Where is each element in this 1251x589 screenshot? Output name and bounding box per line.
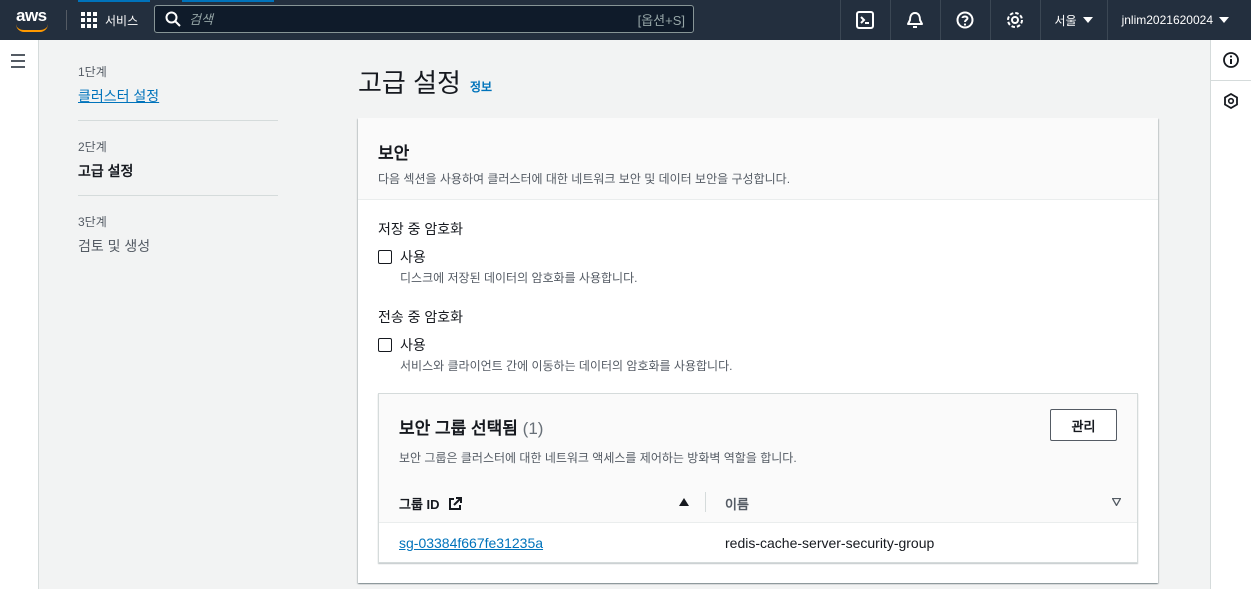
step-label: 1단계	[78, 65, 107, 79]
step-3-disabled: 검토 및 생성	[78, 238, 151, 254]
table-row: sg-03384f667fe31235a redis-cache-server-…	[379, 523, 1137, 563]
security-groups-title: 보안 그룹 선택됨 (1)	[399, 414, 1117, 439]
account-menu[interactable]: jnlim2021620024	[1106, 0, 1251, 40]
help-button[interactable]	[939, 0, 990, 40]
caret-down-icon	[1219, 17, 1229, 23]
cloudshell-button[interactable]	[839, 0, 890, 40]
help-icon	[956, 11, 974, 29]
security-groups-title-text: 보안 그룹 선택됨	[399, 419, 518, 438]
services-menu-button[interactable]: 서비스	[67, 0, 152, 40]
info-panel-button[interactable]	[1211, 40, 1251, 80]
step-2-current: 고급 설정	[78, 163, 134, 179]
encryption-at-rest: 저장 중 암호화 사용 디스크에 저장된 데이터의 암호화를 사용합니다.	[378, 219, 637, 286]
checkbox-description: 서비스와 클라이언트 간에 이동하는 데이터의 암호화를 사용합니다.	[400, 359, 733, 373]
encryption-at-rest-option: 사용 디스크에 저장된 데이터의 암호화를 사용합니다.	[378, 247, 637, 286]
step-label: 3단계	[78, 215, 107, 229]
external-link-icon[interactable]	[448, 496, 462, 511]
grid-icon	[81, 12, 97, 28]
security-group-name: redis-cache-server-security-group	[725, 535, 935, 551]
nav-right-group: 서울 jnlim2021620024	[839, 0, 1251, 40]
security-group-id-link[interactable]: sg-03384f667fe31235a	[399, 535, 543, 551]
search-input[interactable]	[181, 11, 638, 27]
encryption-in-transit-checkbox[interactable]	[378, 338, 392, 352]
top-navigation: aws 서비스 [옵션+S] 서울 jnlim2021620024	[0, 0, 1251, 40]
security-panel-description: 다음 섹션을 사용하여 클러스터에 대한 네트워크 보안 및 데이터 보안을 구…	[378, 172, 791, 186]
steps-scroll-line	[78, 0, 150, 2]
search-shortcut: [옵션+S]	[637, 12, 685, 28]
steps-scroll-line	[182, 0, 274, 2]
encryption-in-transit-option: 사용 서비스와 클라이언트 간에 이동하는 데이터의 암호화를 사용합니다.	[378, 335, 732, 374]
encryption-at-rest-checkbox[interactable]	[378, 250, 392, 264]
sort-descending-icon[interactable]	[1112, 498, 1121, 506]
menu-icon[interactable]	[11, 54, 25, 72]
security-groups-header: 보안 그룹 선택됨 (1) 보안 그룹은 클러스터에 대한 네트워크 액세스를 …	[379, 394, 1137, 482]
security-panel-title: 보안	[378, 144, 410, 163]
info-link[interactable]: 정보	[470, 78, 492, 95]
security-groups-description: 보안 그룹은 클러스터에 대한 네트워크 액세스를 제어하는 방화벽 역할을 합…	[399, 451, 797, 465]
page-title: 고급 설정	[358, 68, 461, 98]
bell-icon	[907, 12, 923, 28]
aws-smile-icon	[16, 24, 48, 32]
region-selector[interactable]: 서울	[1039, 0, 1107, 40]
security-panel: 보안 다음 섹션을 사용하여 클러스터에 대한 네트워크 보안 및 데이터 보안…	[358, 118, 1158, 583]
resources-panel-button[interactable]	[1211, 81, 1251, 121]
security-groups-count: (1)	[522, 419, 544, 438]
info-icon	[1223, 52, 1239, 68]
step-1: 1단계 클러스터 설정	[78, 40, 278, 121]
search-icon	[165, 11, 181, 27]
side-navigation-rail	[0, 40, 39, 589]
search-box[interactable]: [옵션+S]	[154, 5, 694, 33]
column-divider	[705, 492, 706, 512]
account-label: jnlim2021620024	[1121, 13, 1213, 27]
step-label: 2단계	[78, 140, 107, 154]
manage-button[interactable]: 관리	[1050, 409, 1117, 441]
services-label: 서비스	[105, 13, 139, 28]
step-1-link[interactable]: 클러스터 설정	[78, 88, 159, 104]
aws-logo[interactable]: aws	[0, 0, 66, 40]
column-label: 그룹 ID	[399, 497, 440, 512]
encryption-in-transit: 전송 중 암호화 사용 서비스와 클라이언트 간에 이동하는 데이터의 암호화를…	[378, 307, 732, 374]
step-2: 2단계 고급 설정	[78, 121, 278, 196]
terminal-icon	[856, 11, 874, 29]
security-panel-header: 보안 다음 섹션을 사용하여 클러스터에 대한 네트워크 보안 및 데이터 보안…	[358, 118, 1158, 200]
hexagon-icon	[1224, 93, 1238, 109]
region-label: 서울	[1054, 13, 1077, 28]
gear-icon	[1007, 12, 1023, 28]
wizard-steps: 1단계 클러스터 설정 2단계 고급 설정 3단계 검토 및 생성	[78, 40, 278, 270]
table-header: 그룹 ID 이름	[379, 482, 1137, 523]
caret-down-icon	[1082, 17, 1093, 23]
encryption-in-transit-label: 전송 중 암호화	[378, 309, 464, 325]
encryption-at-rest-label: 저장 중 암호화	[378, 221, 464, 237]
tools-rail	[1210, 40, 1251, 589]
sort-ascending-icon[interactable]	[679, 498, 689, 506]
column-header-group-id[interactable]: 그룹 ID	[399, 494, 462, 513]
security-groups-table: 보안 그룹 선택됨 (1) 보안 그룹은 클러스터에 대한 네트워크 액세스를 …	[378, 393, 1138, 563]
checkbox-description: 디스크에 저장된 데이터의 암호화를 사용합니다.	[400, 271, 638, 285]
column-header-name[interactable]: 이름	[725, 494, 749, 513]
checkbox-label: 사용	[400, 337, 426, 353]
checkbox-label: 사용	[400, 249, 426, 265]
notifications-button[interactable]	[889, 0, 940, 40]
aws-logo-text: aws	[16, 6, 47, 25]
settings-button[interactable]	[989, 0, 1040, 40]
step-3: 3단계 검토 및 생성	[78, 196, 278, 270]
